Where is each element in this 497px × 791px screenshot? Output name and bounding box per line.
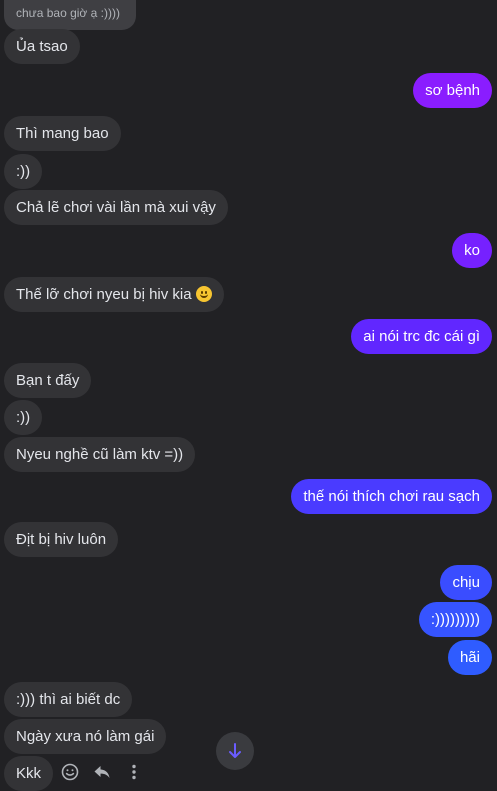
reply-icon[interactable] [92,762,112,782]
message-actions [60,761,144,783]
message-incoming[interactable]: Thì mang bao [4,116,121,151]
smiley-icon[interactable] [60,762,80,782]
message-outgoing[interactable]: ai nói trc đc cái gì [351,319,492,354]
message-incoming[interactable]: Kkk [4,756,54,791]
message-outgoing[interactable]: hãi [447,640,492,675]
message-incoming[interactable]: Thế lỡ chơi nyeu bị hiv kia [4,277,224,312]
message-outgoing[interactable]: :))))))))) [418,602,492,637]
scroll-to-bottom-button[interactable] [216,732,254,770]
message-incoming[interactable]: Ngày xưa nó làm gái [4,719,167,754]
message-incoming[interactable]: :))) thì ai biết dc [4,682,133,717]
reply-quote[interactable]: chưa bao giờ ạ :)))) [4,0,136,30]
message-outgoing[interactable]: sơ bệnh [413,73,492,108]
message-incoming[interactable]: :)) [4,400,43,435]
message-incoming[interactable]: :)) [4,154,43,189]
message-incoming[interactable]: Bạn t đấy [4,363,92,398]
more-vertical-icon[interactable] [124,762,144,782]
arrow-down-icon [229,743,241,758]
message-outgoing[interactable]: ko [452,233,492,268]
message-incoming[interactable]: Ủa tsao [4,29,80,64]
smiley-emoji-icon [195,286,212,302]
message-incoming[interactable]: Địt bị hiv luôn [4,522,119,557]
message-incoming[interactable]: Chả lẽ chơi vài lần mà xui vậy [4,190,228,225]
message-outgoing[interactable]: chịu [440,565,492,600]
message-incoming[interactable]: Nyeu nghề cũ làm ktv =)) [4,437,196,472]
message-text: Thế lỡ chơi nyeu bị hiv kia [16,286,192,303]
message-outgoing[interactable]: thế nói thích chơi rau sạch [291,479,492,514]
